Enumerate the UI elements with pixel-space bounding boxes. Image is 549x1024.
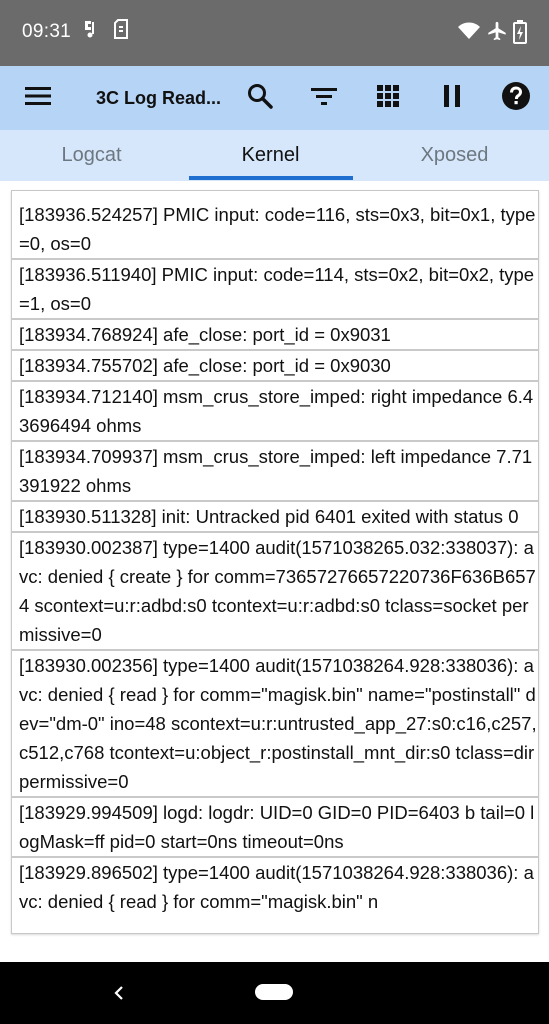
- log-entry: [183930.002356] type=1400 audit(15710382…: [12, 651, 538, 798]
- tab-kernel[interactable]: Kernel: [179, 130, 362, 181]
- menu-icon: [25, 86, 51, 111]
- filter-icon: [311, 87, 337, 110]
- back-button[interactable]: [110, 982, 130, 1004]
- grid-icon: [377, 84, 399, 112]
- notification-icon: [82, 18, 100, 45]
- log-entry: [183934.712140] msm_crus_store_imped: ri…: [12, 382, 538, 442]
- help-button[interactable]: [492, 74, 540, 122]
- log-entry: [183934.768924] afe_close: port_id = 0x9…: [12, 320, 538, 351]
- log-entry: [183930.002387] type=1400 audit(15710382…: [12, 533, 538, 651]
- log-entry: [183934.755702] afe_close: port_id = 0x9…: [12, 351, 538, 382]
- filter-button[interactable]: [300, 74, 348, 122]
- sd-card-icon: [113, 18, 129, 45]
- pause-button[interactable]: [428, 74, 476, 122]
- log-entry: [183934.709937] msm_crus_store_imped: le…: [12, 442, 538, 502]
- search-button[interactable]: [236, 74, 284, 122]
- log-entry: [183936.511940] PMIC input: code=114, st…: [12, 260, 538, 320]
- app-bar: 3C Log Read...: [0, 66, 549, 130]
- airplane-icon: [486, 20, 508, 47]
- back-chevron-icon: [114, 986, 123, 1000]
- pause-icon: [443, 84, 461, 112]
- wifi-icon: [458, 22, 480, 45]
- app-title: 3C Log Read...: [96, 88, 222, 108]
- log-entry: [183929.896502] type=1400 audit(15710382…: [19, 862, 534, 912]
- active-tab-indicator: [189, 176, 353, 180]
- navigation-bar: [0, 962, 549, 1024]
- log-entry: [183929.994509] logd: logdr: UID=0 GID=0…: [12, 798, 538, 858]
- tab-bar: Logcat Kernel Xposed: [0, 130, 549, 181]
- log-list[interactable]: [183936.524257] PMIC input: code=116, st…: [11, 190, 539, 934]
- help-icon: [502, 81, 530, 115]
- grid-button[interactable]: [364, 74, 412, 122]
- search-icon: [247, 83, 273, 114]
- status-time: 09:31: [22, 21, 72, 42]
- tab-logcat[interactable]: Logcat: [0, 130, 183, 181]
- battery-charging-icon: [513, 20, 527, 49]
- log-entry: [183930.511328] init: Untracked pid 6401…: [12, 502, 538, 533]
- home-button[interactable]: [255, 984, 293, 1000]
- tab-xposed[interactable]: Xposed: [363, 130, 546, 181]
- status-bar: 09:31: [0, 0, 549, 66]
- menu-button[interactable]: [14, 74, 62, 122]
- log-entry: [183936.524257] PMIC input: code=116, st…: [12, 191, 538, 260]
